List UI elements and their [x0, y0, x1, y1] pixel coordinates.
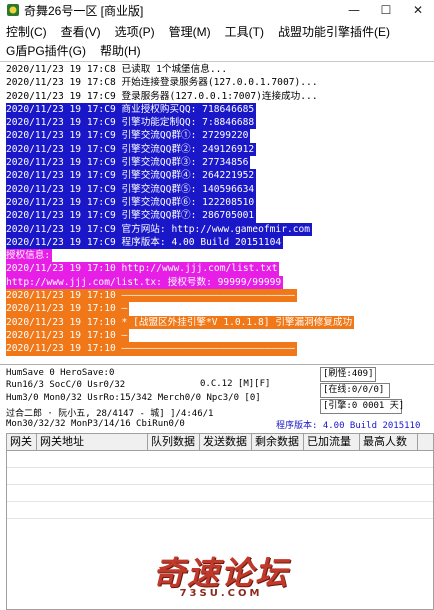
log-line: 2020/11/23 19 17:10 * [战盟区外挂引擎*V 1.0.1.8… — [6, 315, 434, 329]
log-line-text: 2020/11/23 19 17:C9 引擎交流QQ群④: 264221952 — [6, 169, 257, 183]
log-line: 2020/11/23 19 17:C9 引擎交流QQ群⑥: 122208510 — [6, 195, 434, 210]
log-line-text: 2020/11/23 19 17:C9 商业授权购买QQ: 718646685 — [6, 102, 257, 117]
log-line: 2020/11/23 19 17:C9 登录服务器(127.0.0.1:7007… — [6, 90, 434, 103]
log-line-text: 2020/11/23 19 17:10 — — [6, 302, 130, 316]
log-line: 2020/11/23 19 17:C9 引擎交流QQ群④: 264221952 — [6, 169, 434, 183]
window-title: 奇舞26号一区 [商业版] — [24, 3, 144, 18]
status-hum-info: Hum3/0 Mon0/32 UsrRo:15/342 Merch0/0 Npc… — [6, 393, 261, 403]
menu-help[interactable]: 帮助(H) — [100, 42, 141, 59]
log-line: 2020/11/23 19 17:C9 引擎功能定制QQ: 7:8846688 — [6, 116, 434, 130]
online-count: [在线:0/0/0] — [320, 383, 390, 398]
minimize-button[interactable]: — — [338, 0, 370, 20]
log-line-text: 2020/11/23 19 17:C8 已读取 1个城堡信息... — [6, 64, 228, 75]
menu-row-1: 控制(C) 查看(V) 选项(P) 管理(M) 工具(T) 战盟功能引擎插件(E… — [0, 22, 434, 41]
status-flags: 0.C.12 [M][F] — [200, 379, 271, 389]
log-line: 2020/11/23 19 17:10 ————————————————————… — [6, 342, 434, 356]
version-label: 程序版本: 4.00 Build 2015110 — [276, 421, 421, 431]
row-divider — [7, 501, 433, 502]
log-line: 2020/11/23 19 17:C8 开始连接登录服务器(127.0.0.1.… — [6, 76, 434, 89]
menu-bar: 控制(C) 查看(V) 选项(P) 管理(M) 工具(T) 战盟功能引擎插件(E… — [0, 22, 434, 62]
log-line-text: 2020/11/23 19 17:C9 登录服务器(127.0.0.1:7007… — [6, 90, 318, 102]
forum-watermark-logo: 奇速论坛 73SU.COM — [136, 548, 306, 606]
log-panel[interactable]: 2020/11/23 19 17:C8 已读取 1个城堡信息... 2020/11… — [6, 63, 434, 363]
maximize-button[interactable]: ☐ — [370, 0, 402, 20]
log-line: 2020/11/23 19 17:10 — — [6, 302, 434, 316]
log-line: 2020/11/23 19 17:10 http://www.jjj.com/l… — [6, 262, 434, 276]
column-queue-data[interactable]: 队列数据 — [148, 434, 200, 450]
title-bar: 奇舞26号一区 [商业版] — ☐ ✕ — [0, 0, 434, 20]
log-line-text: 2020/11/23 19 17:C9 引擎交流QQ群⑦: 286705001 — [6, 209, 257, 223]
log-line: 2020/11/23 19 17:10 ————————————————————… — [6, 289, 434, 303]
column-remaining-data[interactable]: 剩余数据 — [252, 434, 304, 450]
row-divider — [7, 484, 433, 485]
log-line-text: 2020/11/23 19 17:10 ————————————————————… — [6, 289, 297, 303]
column-send-data[interactable]: 发送数据 — [200, 434, 252, 450]
log-line-text: 2020/11/23 19 17:C9 引擎交流QQ群⑤: 140596634 — [6, 182, 257, 196]
log-line-text: 2020/11/23 19 17:C9 官方网站: http://www.gam… — [6, 222, 313, 236]
log-line-text: 授权信息: — [6, 249, 53, 263]
menu-manage[interactable]: 管理(M) — [169, 23, 211, 40]
status-save-info: HumSave 0 HeroSave:0 — [6, 368, 115, 378]
log-line-text: 2020/11/23 19 17:C9 引擎交流QQ群①: 27299220 — [6, 129, 251, 143]
log-line-text: 2020/11/23 19 17:10 — — [6, 328, 130, 343]
log-line-text: 2020/11/23 19 17:C9 引擎交流QQ群⑥: 122208510 — [6, 195, 257, 210]
log-line-text: 2020/11/23 19 17:C9 引擎交流QQ群③: 27734856 — [6, 156, 251, 170]
log-line-text: 2020/11/23 19 17:C9 程序版本: 4.00 Build 201… — [6, 235, 284, 250]
menu-gshield-plugin[interactable]: G盾PG插件(G) — [6, 42, 86, 59]
row-divider — [7, 467, 433, 468]
status-panel: HumSave 0 HeroSave:0 Run16/3 SocC/0 Usr0… — [0, 364, 434, 432]
column-max-users[interactable]: 最高人数 — [360, 434, 418, 450]
menu-engine-plugin[interactable]: 战盟功能引擎插件(E) — [278, 23, 390, 40]
close-button[interactable]: ✕ — [402, 0, 434, 20]
status-mon-info: Mon30/32/32 MonP3/14/16 CbiRun0/0 — [6, 419, 185, 429]
menu-control[interactable]: 控制(C) — [6, 23, 47, 40]
engine-days: [引擎:0 0001 天] — [320, 399, 404, 414]
log-line-text: http://www.jjj.com/list.tx: 授权号数: 99999/… — [6, 275, 284, 290]
column-gateway[interactable]: 网关 — [7, 434, 37, 450]
log-line: http://www.jjj.com/list.tx: 授权号数: 99999/… — [6, 275, 434, 290]
log-line-text: 2020/11/23 19 17:10 ————————————————————… — [6, 342, 297, 356]
log-line: 2020/11/23 19 17:C9 引擎交流QQ群①: 27299220 — [6, 129, 434, 143]
menu-view[interactable]: 查看(V) — [61, 23, 101, 40]
menu-row-2: G盾PG插件(G) 帮助(H) — [0, 41, 434, 60]
log-line-text: 2020/11/23 19 17:10 * [战盟区外挂引擎*V 1.0.1.8… — [6, 315, 355, 329]
log-line: 2020/11/23 19 17:C9 程序版本: 4.00 Build 201… — [6, 235, 434, 250]
log-line: 授权信息: — [6, 249, 434, 263]
log-line: 2020/11/23 19 17:C9 引擎交流QQ群⑦: 286705001 — [6, 209, 434, 223]
log-line: 2020/11/23 19 17:C9 引擎交流QQ群③: 27734856 — [6, 156, 434, 170]
app-icon — [6, 3, 20, 17]
log-line: 2020/11/23 19 17:C9 引擎交流QQ群⑤: 140596634 — [6, 182, 434, 196]
log-line-text: 2020/11/23 19 17:C9 引擎功能定制QQ: 7:8846688 — [6, 116, 257, 130]
log-line: 2020/11/23 19 17:C9 官方网站: http://www.gam… — [6, 222, 434, 236]
status-castle-info: 过合二郎 · 阮小五, 28/4147 - 城] ]/4:46/1 — [6, 409, 214, 419]
refresh-monster-count: [刷怪:409] — [320, 367, 376, 382]
watermark-subtitle: 73SU.COM — [179, 588, 263, 599]
row-divider — [7, 518, 433, 519]
table-header: 网关 网关地址 队列数据 发送数据 剩余数据 已加流量 最高人数 — [7, 434, 433, 451]
menu-options[interactable]: 选项(P) — [115, 23, 155, 40]
column-gateway-address[interactable]: 网关地址 — [37, 434, 148, 450]
log-line: 2020/11/23 19 17:10 — — [6, 328, 434, 343]
menu-tools[interactable]: 工具(T) — [225, 23, 264, 40]
column-traffic[interactable]: 已加流量 — [304, 434, 360, 450]
log-line: 2020/11/23 19 17:C9 引擎交流QQ群②: 249126912 — [6, 142, 434, 157]
log-line-text: 2020/11/23 19 17:10 http://www.jjj.com/l… — [6, 262, 280, 276]
log-line-text: 2020/11/23 19 17:C9 引擎交流QQ群②: 249126912 — [6, 142, 257, 157]
log-line: 2020/11/23 19 17:C8 已读取 1个城堡信息... — [6, 63, 434, 76]
status-run-info: Run16/3 SocC/0 Usr0/32 — [6, 380, 126, 390]
log-line: 2020/11/23 19 17:C9 商业授权购买QQ: 718646685 — [6, 102, 434, 117]
log-line-text: 2020/11/23 19 17:C8 开始连接登录服务器(127.0.0.1.… — [6, 77, 318, 89]
